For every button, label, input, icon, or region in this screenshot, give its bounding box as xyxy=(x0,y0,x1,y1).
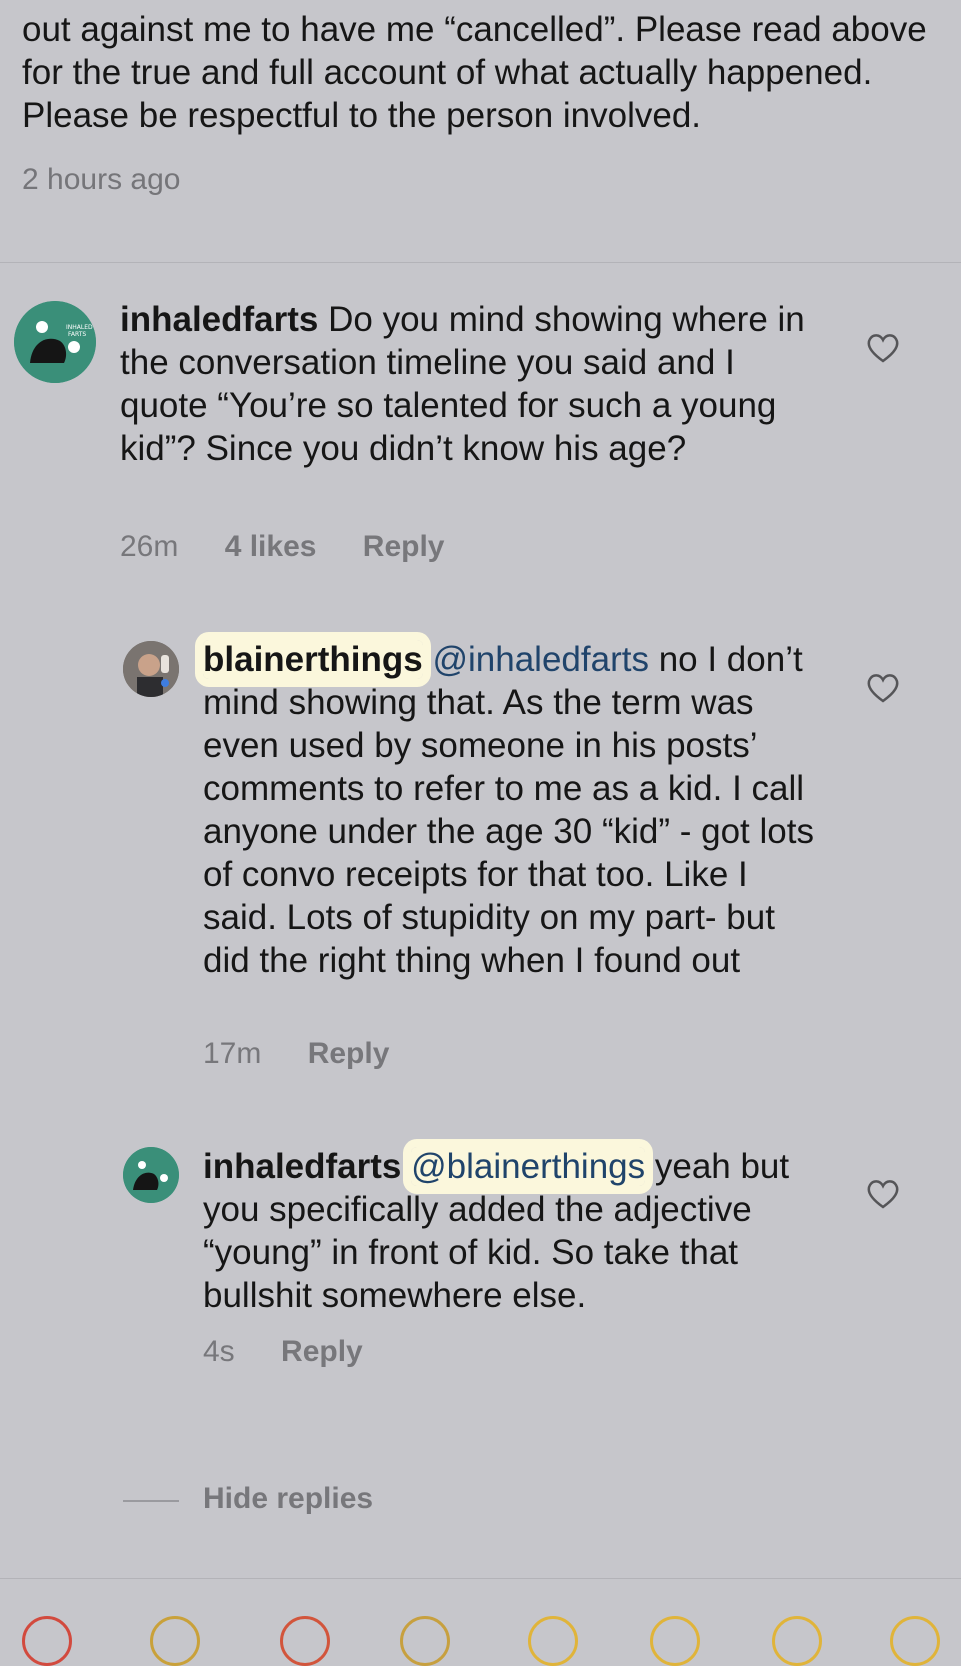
divider xyxy=(0,262,961,263)
comment-likes[interactable]: 4 likes xyxy=(225,530,317,563)
clap-emoji-icon[interactable] xyxy=(150,1616,200,1666)
divider xyxy=(0,1578,961,1579)
gorilla-logo-icon xyxy=(123,1147,179,1203)
heart-emoji-icon[interactable] xyxy=(22,1616,72,1666)
laughing-emoji-icon[interactable] xyxy=(890,1616,940,1666)
heart-icon[interactable] xyxy=(865,672,901,704)
hide-replies-button[interactable]: Hide replies xyxy=(203,1482,373,1516)
comment-time: 26m xyxy=(120,530,179,563)
avatar-text-1: INHALED xyxy=(66,324,93,331)
reply-time: 4s xyxy=(203,1335,235,1368)
avatar-blainerthings[interactable] xyxy=(123,641,179,697)
comment-text: inhaledfarts Do you mind showing where i… xyxy=(120,298,820,470)
heart-icon[interactable] xyxy=(865,332,901,364)
reply-username[interactable]: blainerthings xyxy=(203,640,423,679)
surprised-emoji-icon[interactable] xyxy=(772,1616,822,1666)
reply-mention[interactable]: @inhaledfarts xyxy=(432,640,648,679)
top-comment: out against me to have me “cancelled”. P… xyxy=(22,8,932,197)
heart-icon[interactable] xyxy=(865,1178,901,1210)
reply-mention[interactable]: @blainerthings xyxy=(411,1147,646,1186)
avatar-inhaledfarts[interactable]: INHALED FARTS xyxy=(14,301,96,383)
raised-hands-emoji-icon[interactable] xyxy=(400,1616,450,1666)
avatar-inhaledfarts[interactable] xyxy=(123,1147,179,1203)
reply-meta: 17m Reply xyxy=(203,1037,427,1071)
profile-photo-icon xyxy=(123,641,179,697)
reply-button[interactable]: Reply xyxy=(363,530,445,563)
reply-username[interactable]: inhaledfarts xyxy=(203,1147,401,1186)
gorilla-logo-icon: INHALED FARTS xyxy=(14,301,96,383)
reply-message: no I don’t mind showing that. As the ter… xyxy=(203,640,814,980)
reply-button[interactable]: Reply xyxy=(281,1335,363,1368)
reply-time: 17m xyxy=(203,1037,262,1070)
heart-eyes-emoji-icon[interactable] xyxy=(650,1616,700,1666)
reply-meta: 4s Reply xyxy=(203,1335,401,1369)
fire-emoji-icon[interactable] xyxy=(280,1616,330,1666)
reply-button[interactable]: Reply xyxy=(308,1037,390,1070)
emoji-reaction-bar xyxy=(0,1580,961,1666)
comment-meta: 26m 4 likes Reply xyxy=(120,530,483,564)
avatar-text-2: FARTS xyxy=(68,331,86,338)
crying-emoji-icon[interactable] xyxy=(528,1616,578,1666)
reply-text: blainerthings @inhaledfarts no I don’t m… xyxy=(203,638,823,982)
reply-text: inhaledfarts @blainerthings yeah but you… xyxy=(203,1145,823,1317)
top-comment-timestamp: 2 hours ago xyxy=(22,163,181,196)
top-comment-text: out against me to have me “cancelled”. P… xyxy=(22,10,927,135)
comment-username[interactable]: inhaledfarts xyxy=(120,300,318,339)
hide-replies-line xyxy=(123,1500,179,1502)
